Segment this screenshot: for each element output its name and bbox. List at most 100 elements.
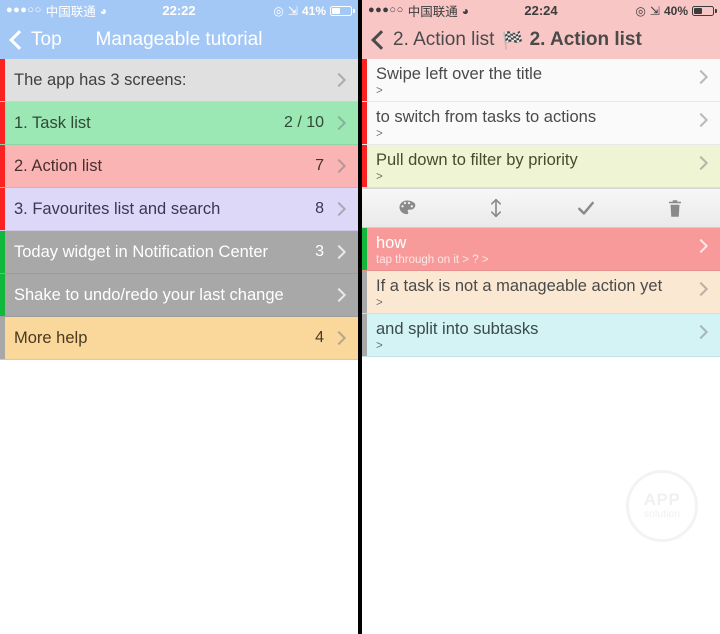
list-item[interactable]: and split into subtasks > [362,314,720,357]
list-item[interactable]: If a task is not a manageable action yet… [362,271,720,314]
chevron-right-icon [331,158,347,174]
row-color-edge [0,102,5,144]
right-status-bar: ●●●○○ 中国联通 ◕ 22:24 ◎ ⇲ 40% [362,0,720,21]
complete-button[interactable] [556,198,616,218]
row-color-edge [0,274,5,316]
row-color-edge [362,228,367,270]
page-title: 2. Action list [529,29,642,50]
wifi-icon: ◕ [99,3,107,18]
right-phone-screen: ●●●○○ 中国联通 ◕ 22:24 ◎ ⇲ 40% 2. Action lis… [362,0,720,634]
list-item-title: 2. Action list [14,156,103,175]
list-item[interactable]: 2. Action list 7 [0,145,358,188]
list-item[interactable]: More help 4 [0,317,358,360]
list-item-text-column: how tap through on it > ? > [376,233,696,267]
row-color-edge [362,145,367,187]
chevron-right-icon [693,238,709,254]
list-item-title: The app has 3 screens: [14,70,187,89]
left-tutorial-list: The app has 3 screens: 1. Task list 2 / … [0,59,358,360]
list-item[interactable]: how tap through on it > ? > [362,228,720,271]
chevron-right-icon [693,281,709,297]
page-title-group: 🏁 2. Action list [502,29,641,51]
delete-button[interactable] [645,198,705,219]
palette-button[interactable] [377,198,437,218]
row-color-edge [362,271,367,313]
row-color-edge [0,317,5,359]
left-phone-screen: ●●●○○ 中国联通 ◕ 22:22 ◎ ⇲ 41% Top Manageabl… [0,0,358,634]
list-item-title: Swipe left over the title [376,65,542,83]
location-icon: ◎ [635,3,646,18]
list-item-count: 2 / 10 [283,114,324,131]
list-item-text-column: If a task is not a manageable action yet… [376,276,696,310]
status-indicators-group: ◎ ⇲ 40% [635,3,717,18]
list-item-text-column: and split into subtasks > [376,319,696,353]
list-item-count: 7 [315,157,324,174]
bluetooth-icon: ⇲ [287,3,298,18]
chevron-right-icon [331,330,347,346]
battery-icon [330,5,355,16]
chevron-right-icon [331,72,347,88]
chevron-right-icon [331,115,347,131]
list-item-title: If a task is not a manageable action yet [376,277,663,295]
list-item[interactable]: to switch from tasks to actions > [362,102,720,145]
list-item-text-column: Swipe left over the title > [376,64,696,98]
list-item-subtitle: > [376,340,383,352]
list-item-subtitle: > [376,85,383,97]
chevron-left-icon [9,30,29,50]
checkered-flag-icon: 🏁 [502,30,524,50]
chevron-right-icon [331,287,347,303]
list-item[interactable]: Shake to undo/redo your last change [0,274,358,317]
wifi-icon: ◕ [461,3,469,18]
bluetooth-icon: ⇲ [649,3,660,18]
watermark-line-2: solution [643,508,681,520]
list-item-count: 3 [315,243,324,260]
back-button[interactable]: Top [8,29,62,51]
palette-icon [399,200,416,215]
list-item[interactable]: 3. Favourites list and search 8 [0,188,358,231]
trash-icon [669,199,682,217]
action-toolbar [362,188,720,228]
row-color-edge [362,59,367,101]
list-item-title: Pull down to filter by priority [376,151,578,169]
battery-percent-label: 41% [301,3,326,18]
signal-dots-icon: ●●●○○ [6,4,42,16]
signal-dots-icon: ●●●○○ [368,4,404,16]
list-item[interactable]: Swipe left over the title > [362,59,720,102]
list-item-title: and split into subtasks [376,320,539,338]
check-icon [577,201,594,215]
left-nav-bar: Top Manageable tutorial [0,21,358,59]
battery-icon [692,5,717,16]
list-item-subtitle: > [376,128,383,140]
right-action-list-bottom: how tap through on it > ? > If a task is… [362,228,720,357]
row-color-edge [0,59,5,101]
list-item-count: 4 [315,329,324,346]
app-solution-watermark: APP solution [626,470,698,542]
list-item-count: 8 [315,200,324,217]
list-item[interactable]: 1. Task list 2 / 10 [0,102,358,145]
dual-screenshot-container: ●●●○○ 中国联通 ◕ 22:22 ◎ ⇲ 41% Top Manageabl… [0,0,720,634]
status-carrier-group: ●●●○○ 中国联通 ◕ [6,1,107,20]
list-item-title: Shake to undo/redo your last change [14,285,284,304]
status-indicators-group: ◎ ⇲ 41% [273,3,355,18]
list-item[interactable]: The app has 3 screens: [0,59,358,102]
list-item-text-column: Pull down to filter by priority > [376,150,696,184]
list-item-title: Today widget in Notification Center [14,242,269,261]
chevron-right-icon [693,69,709,85]
carrier-label: 中国联通 [45,5,96,19]
row-color-edge [362,314,367,356]
list-item[interactable]: Today widget in Notification Center 3 [0,231,358,274]
list-item[interactable]: Pull down to filter by priority > [362,145,720,188]
back-button[interactable]: 2. Action list [370,29,494,51]
list-item-subtitle: > [376,297,383,309]
list-item-title: to switch from tasks to actions [376,108,597,126]
chevron-right-icon [693,324,709,340]
list-item-title: 3. Favourites list and search [14,199,221,218]
reorder-button[interactable] [466,197,526,219]
carrier-label: 中国联通 [407,5,458,19]
chevron-right-icon [331,201,347,217]
chevron-right-icon [331,244,347,260]
right-action-list-top: Swipe left over the title > to switch fr… [362,59,720,188]
back-button-label: Top [31,29,62,50]
watermark-line-1: APP [643,490,681,509]
status-carrier-group: ●●●○○ 中国联通 ◕ [368,1,469,20]
left-status-bar: ●●●○○ 中国联通 ◕ 22:22 ◎ ⇲ 41% [0,0,358,21]
